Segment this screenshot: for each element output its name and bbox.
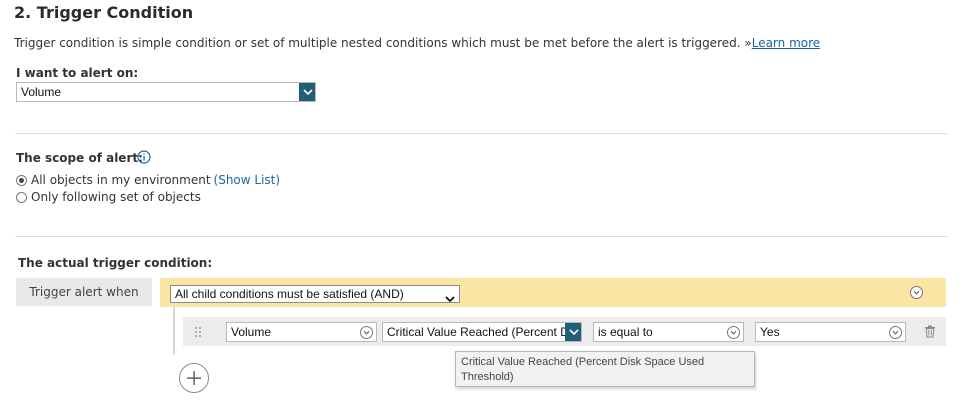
section-divider — [15, 133, 947, 134]
scope-option-following[interactable]: Only following set of objects — [16, 190, 201, 204]
description-text: Trigger condition is simple condition or… — [14, 36, 752, 50]
show-list-link[interactable]: (Show List) — [214, 173, 281, 187]
trigger-condition-label: The actual trigger condition: — [18, 256, 213, 270]
radio-selected[interactable] — [16, 174, 27, 186]
condition-field-select[interactable]: Critical Value Reached (Percent Disk Spa… — [382, 322, 582, 342]
scope-option-following-label: Only following set of objects — [31, 190, 201, 204]
section-description: Trigger condition is simple condition or… — [14, 36, 820, 50]
drag-handle-icon[interactable] — [194, 326, 202, 341]
group-logic-value: All child conditions must be satisfied (… — [175, 287, 404, 301]
condition-object-select[interactable]: Volume — [226, 322, 377, 342]
field-tooltip: Critical Value Reached (Percent Disk Spa… — [455, 351, 755, 387]
chevron-down-icon — [727, 326, 740, 339]
scope-label: The scope of alert: — [16, 151, 143, 165]
scope-option-all[interactable]: All objects in my environment (Show List… — [16, 173, 280, 187]
chevron-down-icon — [360, 326, 373, 339]
alert-on-label: I want to alert on: — [16, 66, 139, 80]
learn-more-link[interactable]: Learn more — [752, 36, 820, 50]
add-condition-button[interactable] — [179, 363, 209, 393]
collapse-group-icon[interactable] — [910, 286, 923, 299]
scope-option-all-label: All objects in my environment — [31, 173, 211, 187]
info-icon[interactable] — [137, 150, 151, 164]
chevron-down-icon — [565, 323, 581, 341]
section-divider — [15, 236, 947, 237]
radio-unselected[interactable] — [16, 191, 27, 203]
condition-group-header: All child conditions must be satisfied (… — [160, 278, 946, 307]
chevron-down-icon — [299, 83, 315, 101]
trash-icon[interactable] — [924, 325, 936, 341]
condition-operator-select[interactable]: is equal to — [593, 322, 744, 342]
chevron-down-icon — [889, 326, 902, 339]
trigger-alert-when-label: Trigger alert when — [16, 278, 152, 306]
condition-value: Yes — [760, 325, 780, 339]
group-logic-select[interactable]: All child conditions must be satisfied (… — [170, 285, 460, 303]
condition-tree-line — [173, 307, 175, 355]
chevron-down-icon — [445, 291, 455, 302]
condition-row: Volume Critical Value Reached (Percent D… — [183, 317, 946, 346]
alert-on-select[interactable]: Volume — [16, 82, 316, 102]
condition-value-select[interactable]: Yes — [755, 322, 906, 342]
plus-icon — [187, 371, 201, 385]
alert-on-value: Volume — [21, 85, 62, 99]
condition-object-value: Volume — [231, 325, 272, 339]
condition-field-value: Critical Value Reached (Percent Disk Spa… — [387, 325, 581, 339]
section-title: 2. Trigger Condition — [14, 3, 194, 22]
condition-operator-value: is equal to — [598, 325, 653, 339]
